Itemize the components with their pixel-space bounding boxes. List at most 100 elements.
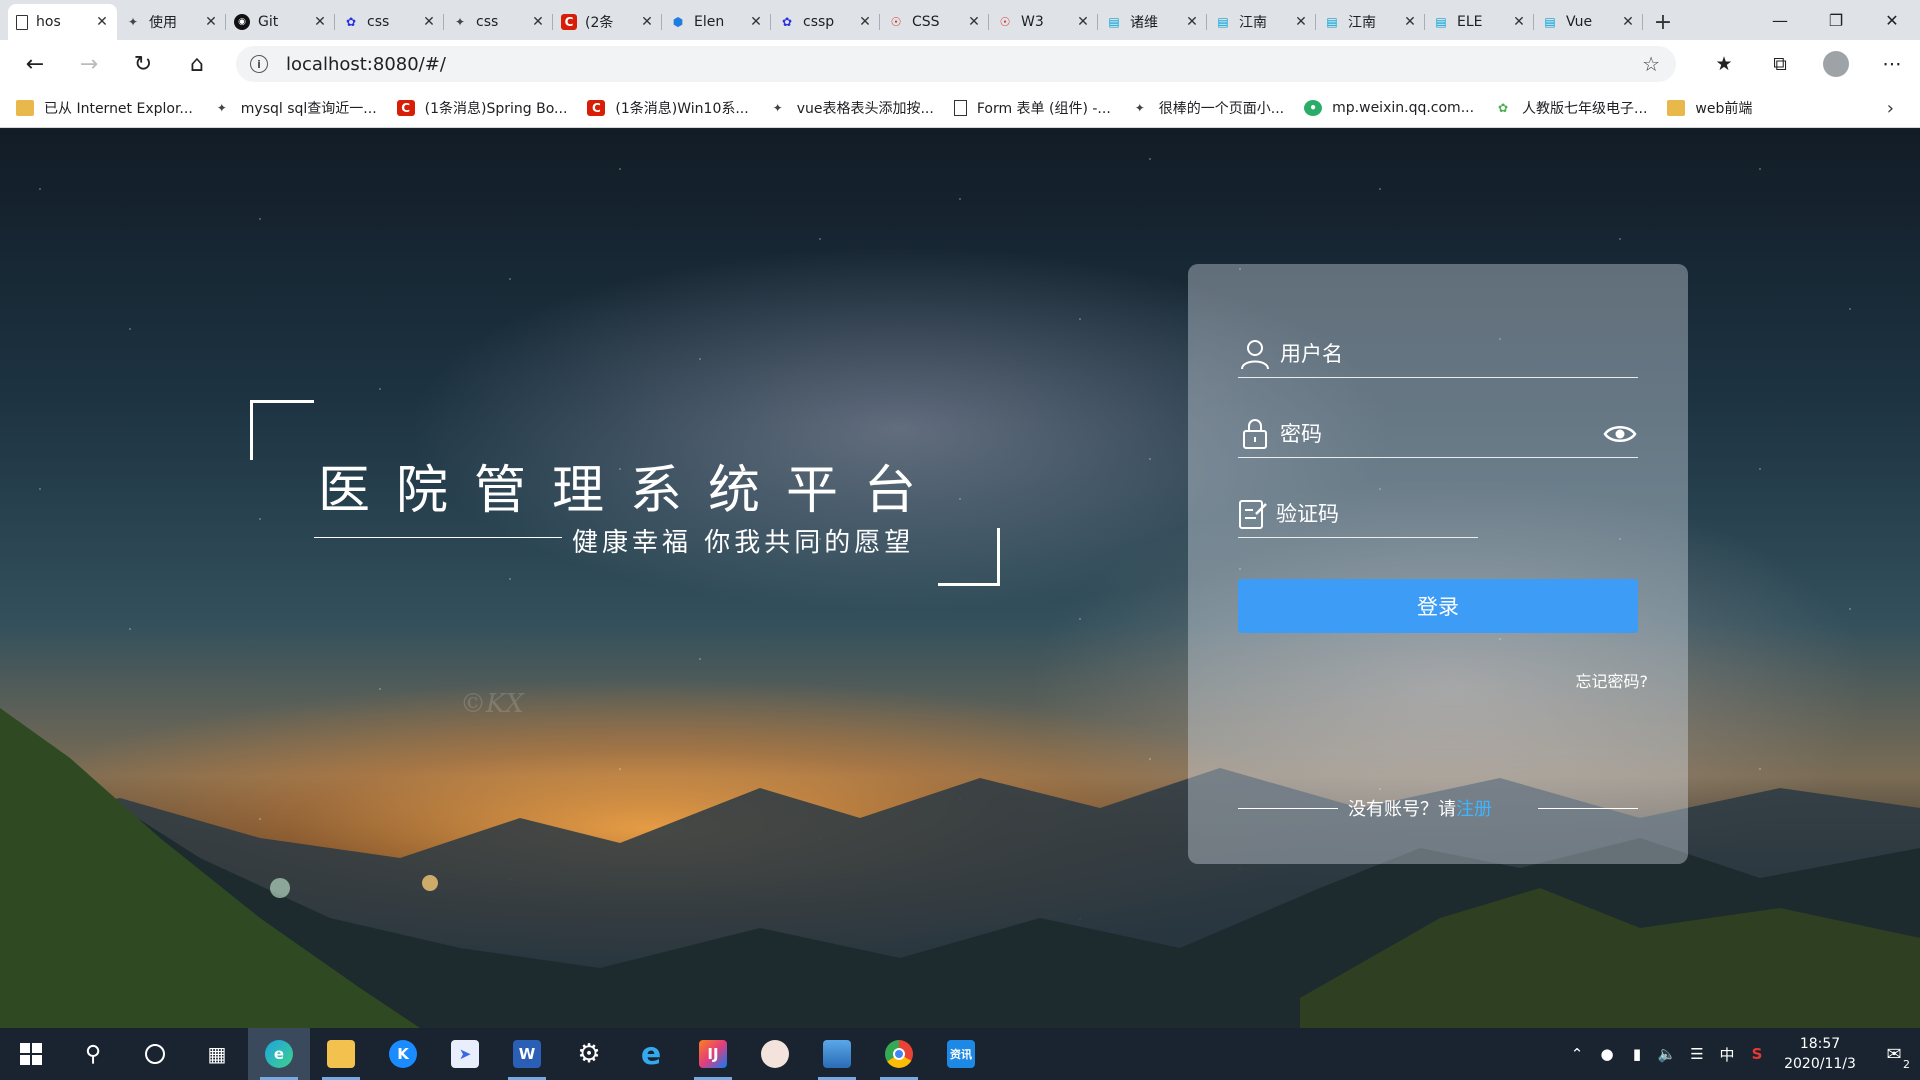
notification-center-button[interactable]: ✉ 2 xyxy=(1868,1044,1920,1071)
close-tab-icon[interactable]: ✕ xyxy=(1621,14,1635,30)
home-button[interactable]: ⌂ xyxy=(170,40,224,88)
bookmark-item[interactable]: ✦ vue表格表头添加按... xyxy=(769,98,934,118)
favorite-star-icon[interactable]: ☆ xyxy=(1642,52,1660,76)
ime-indicator[interactable]: 中 xyxy=(1712,1044,1742,1065)
back-button[interactable]: ← xyxy=(8,40,62,88)
captcha-input[interactable] xyxy=(1276,493,1544,534)
bookmark-item[interactable]: web前端 xyxy=(1667,98,1752,118)
close-tab-icon[interactable]: ✕ xyxy=(858,14,872,30)
taskbar-chrome[interactable] xyxy=(868,1028,930,1080)
taskbar-settings[interactable]: ⚙ xyxy=(558,1028,620,1080)
taskbar-feishu[interactable]: ➤ xyxy=(434,1028,496,1080)
taskbar-photos[interactable] xyxy=(806,1028,868,1080)
bilibili-icon: ▤ xyxy=(1435,15,1447,29)
bookmark-item[interactable]: Form 表单 (组件) -... xyxy=(953,98,1111,118)
volume-icon[interactable]: 🔈 xyxy=(1652,1045,1682,1063)
browser-tab[interactable]: ☉ CSS ✕ xyxy=(880,4,989,40)
clock[interactable]: 18:57 2020/11/3 xyxy=(1772,1034,1868,1074)
sogou-ime-icon[interactable]: S xyxy=(1742,1045,1772,1063)
doc-icon xyxy=(953,99,967,116)
news-icon: 资讯 xyxy=(947,1040,975,1068)
taskbar-file-explorer[interactable] xyxy=(310,1028,372,1080)
browser-tab[interactable]: ◉ Git ✕ xyxy=(226,4,335,40)
tab-title: 使用 xyxy=(149,15,177,31)
close-tab-icon[interactable]: ✕ xyxy=(531,14,545,30)
forward-button[interactable]: → xyxy=(62,40,116,88)
browser-tab[interactable]: ▤ 江南 ✕ xyxy=(1207,4,1316,40)
browser-tab[interactable]: ▤ ELE ✕ xyxy=(1425,4,1534,40)
forgot-password-link[interactable]: 忘记密码? xyxy=(1576,668,1649,692)
edge-icon: e xyxy=(265,1040,293,1068)
bookmarks-more-icon[interactable]: › xyxy=(1887,98,1894,119)
browser-tab[interactable]: hos ✕ xyxy=(8,4,117,40)
bookmark-item[interactable]: C (1条消息)Spring Bo... xyxy=(396,98,567,118)
close-tab-icon[interactable]: ✕ xyxy=(313,14,327,30)
close-tab-icon[interactable]: ✕ xyxy=(422,14,436,30)
browser-tab[interactable]: ✦ 使用 ✕ xyxy=(117,4,226,40)
close-tab-icon[interactable]: ✕ xyxy=(1403,14,1417,30)
close-tab-icon[interactable]: ✕ xyxy=(1512,14,1526,30)
yuque-icon: ✦ xyxy=(454,15,466,29)
close-tab-icon[interactable]: ✕ xyxy=(1185,14,1199,30)
login-button[interactable]: 登录 xyxy=(1238,579,1638,633)
username-input[interactable] xyxy=(1280,333,1638,374)
chevron-up-icon[interactable]: ⌃ xyxy=(1562,1045,1592,1063)
password-input[interactable] xyxy=(1280,413,1602,454)
register-link[interactable]: 注册 xyxy=(1456,799,1492,820)
url-text[interactable]: localhost:8080/#/ xyxy=(286,54,446,75)
cortana-button[interactable] xyxy=(124,1028,186,1080)
browser-tab[interactable]: ▤ Vue ✕ xyxy=(1534,4,1643,40)
taskbar-intellij[interactable]: IJ xyxy=(682,1028,744,1080)
profile-avatar[interactable] xyxy=(1808,40,1864,88)
taskbar-edge[interactable]: e xyxy=(248,1028,310,1080)
minimize-button[interactable]: — xyxy=(1752,0,1808,40)
close-tab-icon[interactable]: ✕ xyxy=(1294,14,1308,30)
close-tab-icon[interactable]: ✕ xyxy=(967,14,981,30)
browser-tab[interactable]: ▤ 江南 ✕ xyxy=(1316,4,1425,40)
kugou-icon: K xyxy=(389,1040,417,1068)
restore-button[interactable]: ❐ xyxy=(1808,0,1864,40)
taskbar-kugou[interactable]: K xyxy=(372,1028,434,1080)
new-tab-button[interactable]: + xyxy=(1643,4,1683,40)
address-bar[interactable]: i localhost:8080/#/ ☆ xyxy=(236,46,1676,82)
close-tab-icon[interactable]: ✕ xyxy=(1076,14,1090,30)
browser-tab[interactable]: ⬢ Elen ✕ xyxy=(662,4,771,40)
favorites-icon[interactable]: ★ xyxy=(1696,40,1752,88)
browser-tab[interactable]: ✦ css ✕ xyxy=(444,4,553,40)
search-button[interactable]: ⚲ xyxy=(62,1028,124,1080)
collections-icon[interactable]: ⧉ xyxy=(1752,40,1808,88)
browser-tab[interactable]: C (2条 ✕ xyxy=(553,4,662,40)
taskbar-avatar-app[interactable] xyxy=(744,1028,806,1080)
bookmark-item[interactable]: ✦ mysql sql查询近一... xyxy=(213,98,377,118)
close-tab-icon[interactable]: ✕ xyxy=(204,14,218,30)
bookmark-label: Form 表单 (组件) -... xyxy=(976,100,1111,117)
browser-tab[interactable]: ✿ css ✕ xyxy=(335,4,444,40)
bookmark-item[interactable]: 已从 Internet Explor... xyxy=(16,98,193,118)
battery-icon[interactable]: ▮ xyxy=(1622,1045,1652,1063)
taskbar-ie[interactable]: e xyxy=(620,1028,682,1080)
taskbar-news[interactable]: 资讯 xyxy=(930,1028,992,1080)
close-tab-icon[interactable]: ✕ xyxy=(95,14,109,30)
close-tab-icon[interactable]: ✕ xyxy=(640,14,654,30)
page-title: 医院管理系统平台 xyxy=(318,461,943,521)
eye-icon[interactable] xyxy=(1602,419,1638,449)
site-info-icon[interactable]: i xyxy=(250,55,268,73)
more-menu-icon[interactable]: ⋯ xyxy=(1864,40,1920,88)
bookmark-item[interactable]: • mp.weixin.qq.com... xyxy=(1304,99,1474,116)
bookmark-item[interactable]: C (1条消息)Win10系... xyxy=(587,98,749,118)
baidu-icon: ✿ xyxy=(781,15,793,29)
start-button[interactable] xyxy=(0,1028,62,1080)
browser-tab[interactable]: ☉ W3 ✕ xyxy=(989,4,1098,40)
tab-title: css xyxy=(476,14,499,30)
qq-icon[interactable]: ● xyxy=(1592,1045,1622,1063)
taskbar-word[interactable]: W xyxy=(496,1028,558,1080)
browser-tab[interactable]: ▤ 诸维 ✕ xyxy=(1098,4,1207,40)
browser-tab[interactable]: ✿ cssp ✕ xyxy=(771,4,880,40)
task-view-button[interactable]: ▦ xyxy=(186,1028,248,1080)
close-tab-icon[interactable]: ✕ xyxy=(749,14,763,30)
bookmark-item[interactable]: ✿ 人教版七年级电子... xyxy=(1494,98,1647,118)
close-window-button[interactable]: ✕ xyxy=(1864,0,1920,40)
bookmark-item[interactable]: ✦ 很棒的一个页面小... xyxy=(1131,98,1284,118)
refresh-button[interactable]: ↻ xyxy=(116,40,170,88)
wifi-icon[interactable]: ☰ xyxy=(1682,1045,1712,1063)
